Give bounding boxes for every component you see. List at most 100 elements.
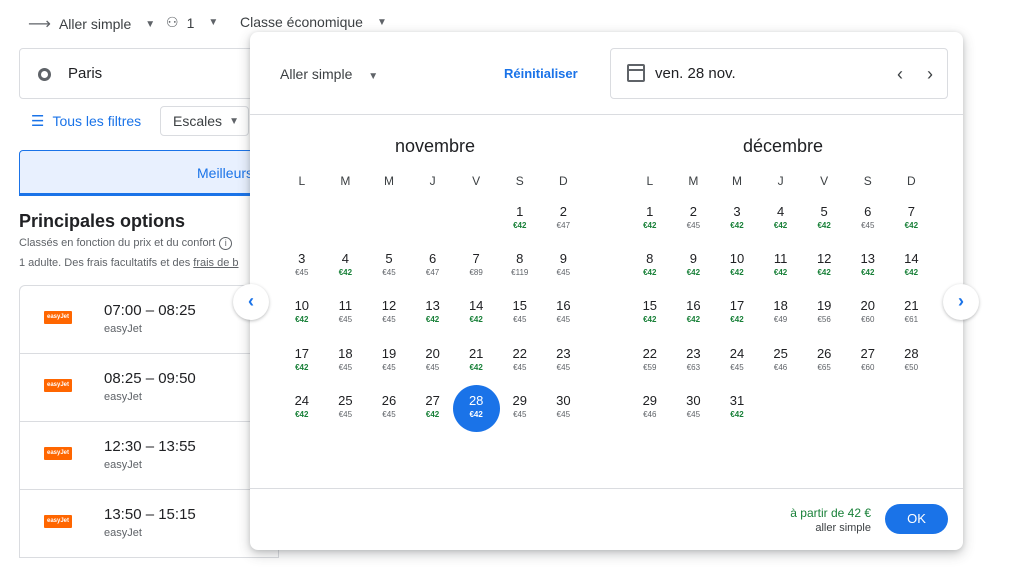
- day-cell[interactable]: 12 €42: [802, 243, 846, 290]
- day-cell[interactable]: 31 €42: [715, 385, 759, 432]
- day-cell[interactable]: 17 €42: [715, 290, 759, 337]
- day-cell[interactable]: 22 €59: [628, 338, 672, 385]
- day-cell[interactable]: 3 €45: [280, 243, 324, 290]
- empty-cell: [367, 196, 411, 243]
- trip-type-select[interactable]: ⟶ Aller simple ▼: [28, 14, 155, 34]
- day-number: 29: [642, 392, 658, 408]
- month-title: novembre: [394, 136, 476, 156]
- stops-filter[interactable]: Escales ▼: [160, 106, 249, 136]
- day-cell[interactable]: 11 €42: [759, 243, 803, 290]
- day-cell[interactable]: 9 €42: [672, 243, 716, 290]
- day-cell[interactable]: 6 €45: [846, 196, 890, 243]
- day-cell[interactable]: 11 €45: [324, 290, 368, 337]
- fees-link[interactable]: frais de b: [193, 257, 238, 269]
- day-cell[interactable]: 26 €65: [802, 338, 846, 385]
- day-cell[interactable]: 9 €45: [542, 243, 586, 290]
- day-cell[interactable]: 22 €45: [498, 338, 542, 385]
- day-cell[interactable]: 18 €49: [759, 290, 803, 337]
- prev-month-chevron-icon[interactable]: ‹: [233, 284, 269, 320]
- next-day-chevron-icon[interactable]: ›: [927, 64, 933, 85]
- day-cell[interactable]: 19 €45: [367, 338, 411, 385]
- day-cell[interactable]: 23 €45: [542, 338, 586, 385]
- day-cell[interactable]: 27 €42: [411, 385, 455, 432]
- info-icon[interactable]: i: [219, 237, 233, 250]
- day-cell[interactable]: 1 €42: [628, 196, 672, 243]
- day-cell[interactable]: 15 €45: [498, 290, 542, 337]
- day-cell-selected[interactable]: 28 €42: [452, 384, 500, 432]
- day-price: €42: [730, 221, 744, 230]
- day-number: 31: [729, 392, 745, 408]
- day-cell[interactable]: 6 €47: [411, 243, 455, 290]
- flight-row[interactable]: easyJet 12:30 – 13:55 easyJet: [20, 422, 278, 490]
- day-cell[interactable]: 4 €42: [759, 196, 803, 243]
- prev-day-chevron-icon[interactable]: ‹: [897, 64, 903, 85]
- day-price: €65: [817, 362, 831, 372]
- all-filters-button[interactable]: ☰ Tous les filtres: [31, 112, 141, 130]
- day-cell[interactable]: 29 €45: [498, 385, 542, 432]
- flight-row[interactable]: easyJet 13:50 – 15:15 easyJet: [20, 490, 278, 558]
- day-cell[interactable]: 14 €42: [890, 243, 934, 290]
- day-cell[interactable]: 15 €42: [628, 290, 672, 337]
- day-cell[interactable]: 3 €42: [715, 196, 759, 243]
- from-price: à partir de 42 €: [790, 506, 871, 520]
- day-cell[interactable]: 17 €42: [280, 338, 324, 385]
- passengers-select[interactable]: ⚇ 1 ▼: [166, 14, 218, 31]
- day-cell[interactable]: 10 €42: [715, 243, 759, 290]
- day-cell[interactable]: 5 €45: [367, 243, 411, 290]
- dialog-trip-type-select[interactable]: Aller simple ▼: [280, 66, 378, 82]
- day-cell[interactable]: 18 €45: [324, 338, 368, 385]
- day-number: 2: [689, 204, 697, 219]
- day-cell[interactable]: 7 €89: [454, 243, 498, 290]
- day-price: €42: [730, 409, 744, 419]
- reset-button[interactable]: Réinitialiser: [504, 66, 578, 81]
- day-price: €45: [513, 315, 527, 325]
- day-cell[interactable]: 23 €63: [672, 338, 716, 385]
- origin-field[interactable]: Paris: [19, 48, 279, 99]
- day-cell[interactable]: 4 €42: [324, 243, 368, 290]
- tab-best[interactable]: Meilleurs: [19, 150, 279, 196]
- day-cell[interactable]: 24 €45: [715, 338, 759, 385]
- day-grid: 1 €42 2 €47 3 €45 4 €42 5 €45 6 €47 7 €89 8 €119 9 €45 10 €…: [280, 196, 590, 432]
- day-number: 20: [425, 345, 440, 361]
- day-cell[interactable]: 1 €42: [498, 196, 542, 243]
- calendar-icon: [627, 64, 645, 82]
- day-cell[interactable]: 20 €60: [846, 290, 890, 337]
- day-cell[interactable]: 30 €45: [542, 385, 586, 432]
- day-cell[interactable]: 19 €56: [802, 290, 846, 337]
- cabin-select[interactable]: Classe économique ▼: [240, 14, 387, 30]
- day-cell[interactable]: 13 €42: [846, 243, 890, 290]
- day-cell[interactable]: 28 €50: [890, 338, 934, 385]
- day-cell[interactable]: 25 €45: [324, 385, 368, 432]
- day-cell[interactable]: 24 €42: [280, 385, 324, 432]
- day-cell[interactable]: 25 €46: [759, 338, 803, 385]
- day-cell[interactable]: 30 €45: [672, 385, 716, 432]
- day-cell[interactable]: 29 €46: [628, 385, 672, 432]
- day-cell[interactable]: 13 €42: [411, 290, 455, 337]
- day-number: 26: [816, 345, 832, 361]
- day-cell[interactable]: 10 €42: [280, 290, 324, 337]
- day-price: €60: [861, 315, 875, 325]
- day-number: 11: [773, 251, 788, 267]
- ok-button[interactable]: OK: [885, 504, 948, 534]
- day-cell[interactable]: 5 €42: [802, 196, 846, 243]
- day-price: €42: [469, 362, 483, 372]
- next-month-chevron-icon[interactable]: ›: [943, 284, 979, 320]
- day-cell[interactable]: 20 €45: [411, 338, 455, 385]
- day-cell[interactable]: 14 €42: [454, 290, 498, 337]
- day-cell[interactable]: 27 €60: [846, 338, 890, 385]
- departure-date-field[interactable]: ven. 28 nov. ‹ ›: [610, 48, 948, 99]
- day-cell[interactable]: 2 €45: [672, 196, 716, 243]
- day-cell[interactable]: 21 €61: [890, 290, 934, 337]
- day-cell[interactable]: 12 €45: [367, 290, 411, 337]
- day-cell[interactable]: 7 €42: [890, 196, 934, 243]
- day-cell[interactable]: 21 €42: [454, 338, 498, 385]
- caret-down-icon: ▼: [376, 16, 387, 28]
- day-cell[interactable]: 26 €45: [367, 385, 411, 432]
- day-cell[interactable]: 8 €119: [498, 243, 542, 290]
- day-price: €45: [513, 409, 527, 419]
- day-cell[interactable]: 8 €42: [628, 243, 672, 290]
- day-cell[interactable]: 2 €47: [542, 196, 586, 243]
- day-cell[interactable]: 16 €45: [542, 290, 586, 337]
- day-cell[interactable]: 16 €42: [672, 290, 716, 337]
- flight-row[interactable]: easyJet 08:25 – 09:50 easyJet: [20, 354, 278, 422]
